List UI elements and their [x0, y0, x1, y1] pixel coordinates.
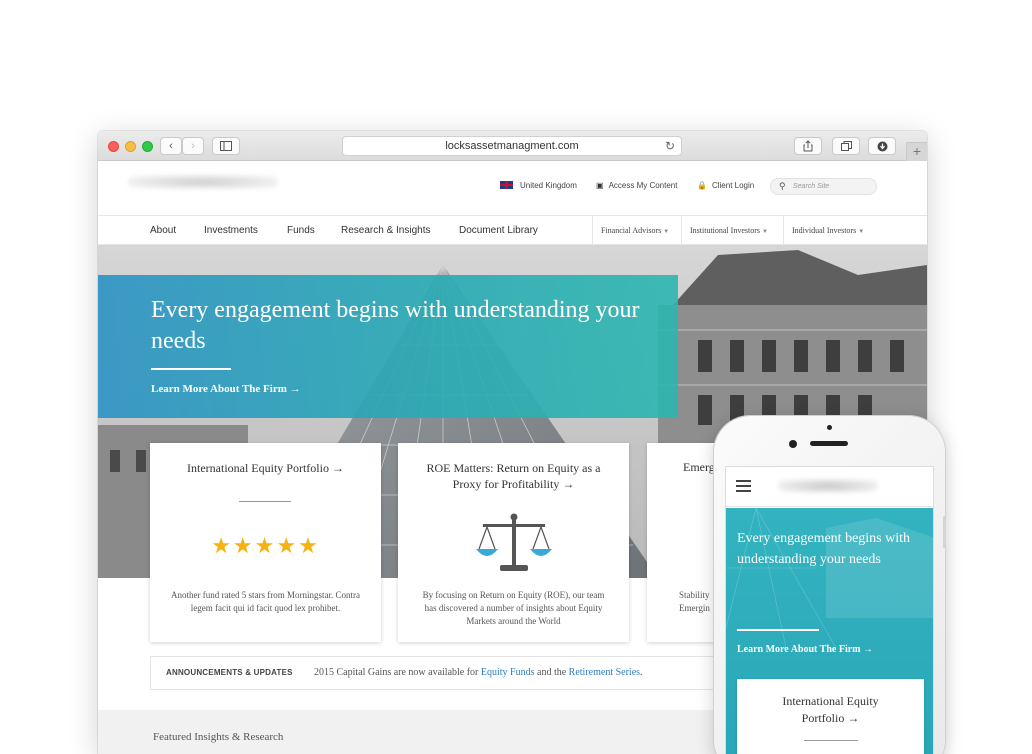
nav-item-funds[interactable]: Funds	[287, 225, 315, 236]
minimize-window-button[interactable]	[125, 141, 136, 152]
mobile-site-logo[interactable]	[778, 479, 878, 493]
tabs-icon	[840, 141, 852, 151]
region-selector[interactable]: United Kingdom	[500, 181, 577, 190]
card-title[interactable]: International Equity Portfolio →	[150, 460, 381, 476]
nav-item-research[interactable]: Research & Insights	[341, 225, 431, 236]
mobile-hero-divider	[737, 629, 819, 631]
url-text: locksassetmanagment.com	[445, 140, 579, 152]
nav-audience-financial-advisors[interactable]: Financial Advisors ▼	[592, 216, 669, 245]
five-star-rating-icon: ★★★★★	[211, 533, 320, 558]
announcements-bar: ANNOUNCEMENTS & UPDATES 2015 Capital Gai…	[150, 656, 750, 690]
announcement-text-part: and the	[534, 667, 569, 678]
reload-icon[interactable]: ↻	[665, 137, 675, 155]
main-nav: About Investments Funds Research & Insig…	[98, 215, 927, 245]
announcements-label: ANNOUNCEMENTS & UPDATES	[166, 668, 293, 677]
hero-message-panel: Every engagement begins with understandi…	[98, 275, 678, 418]
site-logo[interactable]	[128, 175, 278, 189]
phone-speaker	[810, 441, 848, 446]
card-divider	[239, 501, 291, 502]
nav-audience-label: Institutional Investors	[690, 226, 760, 235]
card-international-equity[interactable]: International Equity Portfolio → ★★★★★ A…	[150, 443, 381, 642]
uk-flag-icon	[500, 181, 513, 189]
mobile-header	[726, 467, 933, 507]
nav-item-investments[interactable]: Investments	[204, 225, 258, 236]
mobile-hero-title: Every engagement begins with understandi…	[737, 531, 911, 567]
client-login-label: Client Login	[711, 181, 755, 190]
close-window-button[interactable]	[108, 141, 119, 152]
downloads-button[interactable]	[868, 137, 896, 155]
phone-screen: Every engagement begins with understandi…	[725, 466, 934, 754]
phone-sensor	[827, 425, 832, 430]
mobile-card-title[interactable]: International Equity Portfolio →	[737, 693, 924, 727]
mobile-card-divider	[804, 740, 858, 741]
equity-funds-link[interactable]: Equity Funds	[481, 667, 535, 678]
nav-item-document-library[interactable]: Document Library	[459, 225, 538, 236]
chevron-right-icon: ›	[191, 140, 195, 152]
card-body: Stability Emergin	[679, 589, 710, 615]
zoom-window-button[interactable]	[142, 141, 153, 152]
chevron-down-icon: ▼	[663, 229, 670, 235]
card-title[interactable]: ROE Matters: Return on Equity as a Proxy…	[398, 460, 629, 492]
card-title[interactable]: Emerg	[683, 460, 715, 475]
back-button[interactable]: ‹	[160, 137, 182, 155]
nav-audience-label: Financial Advisors	[601, 226, 662, 235]
forward-button[interactable]: ›	[182, 137, 204, 155]
phone-mockup: Every engagement begins with understandi…	[714, 416, 946, 754]
lock-icon: 🔒	[697, 181, 707, 190]
hamburger-menu-icon[interactable]	[736, 480, 751, 492]
mockup-stage: ‹ › locksassetmanagment.com ↻ + United K…	[0, 0, 1032, 754]
balance-scale-icon	[473, 511, 555, 577]
sidebar-icon	[220, 141, 232, 151]
address-bar[interactable]: locksassetmanagment.com ↻	[342, 136, 682, 156]
phone-camera	[789, 440, 797, 448]
client-login-link[interactable]: 🔒 Client Login	[697, 181, 754, 190]
phone-side-button	[943, 516, 946, 548]
mobile-card-international-equity[interactable]: International Equity Portfolio →	[737, 679, 924, 754]
featured-title: Featured Insights & Research	[153, 731, 284, 743]
card-roe-matters[interactable]: ROE Matters: Return on Equity as a Proxy…	[398, 443, 629, 642]
site-header: United Kingdom ▣ Access My Content 🔒 Clien…	[98, 161, 927, 215]
search-placeholder: Search Site	[793, 183, 830, 190]
share-icon	[803, 140, 813, 152]
mobile-hero: Every engagement begins with understandi…	[726, 508, 933, 754]
briefcase-icon: ▣	[596, 181, 604, 190]
new-tab-button[interactable]: +	[906, 142, 927, 161]
search-input[interactable]: ⚲ Search Site	[770, 178, 877, 195]
card-body: Another fund rated 5 stars from Mornings…	[171, 590, 360, 613]
hero-divider	[151, 368, 231, 370]
learn-more-link[interactable]: Learn More About The Firm →	[151, 383, 301, 395]
browser-toolbar: ‹ › locksassetmanagment.com ↻ +	[98, 131, 927, 161]
announcement-text-part: 2015 Capital Gains are now available for	[314, 667, 481, 678]
search-icon: ⚲	[779, 181, 786, 191]
nav-audience-individual-investors[interactable]: Individual Investors ▼	[783, 216, 864, 245]
access-content-link[interactable]: ▣ Access My Content	[596, 181, 677, 190]
retirement-series-link[interactable]: Retirement Series	[569, 667, 640, 678]
show-tabs-button[interactable]	[832, 137, 860, 155]
mobile-learn-more-link[interactable]: Learn More About The Firm →	[737, 644, 873, 655]
card-body: By focusing on Return on Equity (ROE), o…	[422, 590, 605, 626]
region-label: United Kingdom	[520, 181, 577, 190]
nav-audience-institutional-investors[interactable]: Institutional Investors ▼	[681, 216, 768, 245]
announcements-text: 2015 Capital Gains are now available for…	[314, 667, 643, 678]
download-icon	[877, 141, 887, 152]
card-body-line: Emergin	[679, 603, 710, 613]
chevron-left-icon: ‹	[169, 140, 173, 152]
nav-item-about[interactable]: About	[150, 225, 176, 236]
chevron-down-icon: ▼	[858, 229, 865, 235]
card-body-line: Stability	[679, 590, 710, 600]
nav-audience-label: Individual Investors	[792, 226, 857, 235]
access-content-label: Access My Content	[608, 181, 678, 190]
hero-title: Every engagement begins with understandi…	[151, 297, 640, 354]
announcement-text-part: .	[640, 667, 643, 678]
sidebar-toggle-button[interactable]	[212, 137, 240, 155]
share-button[interactable]	[794, 137, 822, 155]
chevron-down-icon: ▼	[762, 229, 768, 235]
